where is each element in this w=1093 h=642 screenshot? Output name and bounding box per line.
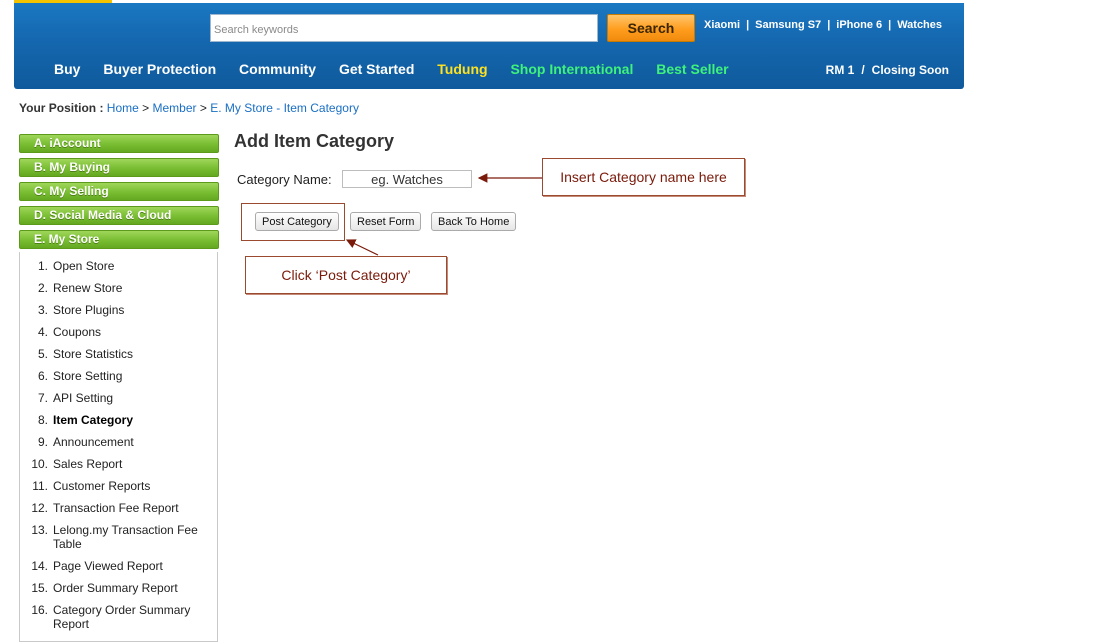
search-button[interactable]: Search [607, 14, 695, 42]
breadcrumb-separator: > [199, 101, 207, 115]
my-store-submenu-list: 1. Open Store 2. Renew Store 3. Store Plugins… [20, 252, 217, 631]
post-category-button[interactable]: Post Category [255, 212, 339, 231]
quick-link-iphone-6[interactable]: iPhone 6 [836, 19, 882, 31]
sidebar-subitem[interactable]: 13. Lelong.my Transaction Fee Table [20, 523, 217, 551]
sidebar-subitem[interactable]: 10. Sales Report [20, 457, 217, 471]
quick-link-xiaomi[interactable]: Xiaomi [704, 19, 740, 31]
nav-shop-international[interactable]: Shop International [510, 61, 633, 77]
sidebar-subitem-link[interactable]: Item Category [53, 413, 217, 427]
sidebar-tab-my-buying[interactable]: B. My Buying [19, 158, 219, 177]
site-header: Search Xiaomi | Samsung S7 | iPhone 6 | Watche… [14, 3, 964, 89]
sidebar-subitem-link[interactable]: Category Order Summary Report [53, 603, 217, 631]
sidebar-subitem-link[interactable]: Transaction Fee Report [53, 501, 217, 515]
separator: | [888, 19, 892, 31]
breadcrumb-current[interactable]: E. My Store - Item Category [210, 101, 359, 115]
page-title: Add Item Category [234, 131, 395, 151]
click-post-category-callout-text: Click ‘Post Category’ [281, 267, 411, 283]
sidebar-tab-iaccount[interactable]: A. iAccount [19, 134, 219, 153]
sidebar-subitem[interactable]: 11. Customer Reports [20, 479, 217, 493]
sidebar-subitem-link[interactable]: Store Statistics [53, 347, 217, 361]
sidebar-subitem[interactable]: 4. Coupons [20, 325, 217, 339]
sidebar-subitem-link[interactable]: Renew Store [53, 281, 217, 295]
sidebar-subitem-number: 9. [37, 435, 48, 449]
sidebar-subitem-link[interactable]: Store Setting [53, 369, 217, 383]
nav-community[interactable]: Community [239, 61, 316, 77]
nav-buy[interactable]: Buy [54, 61, 80, 77]
breadcrumb-home[interactable]: Home [107, 101, 139, 115]
reset-form-button[interactable]: Reset Form [350, 212, 422, 231]
insert-category-callout-text: Insert Category name here [560, 169, 727, 185]
quick-link-samsung-s7[interactable]: Samsung S7 [755, 19, 821, 31]
sidebar-subitem-link[interactable]: Sales Report [53, 457, 217, 471]
breadcrumb-prefix: Your Position : [19, 101, 104, 115]
sidebar-subitem[interactable]: 12. Transaction Fee Report [20, 501, 217, 515]
sidebar-subitem-link[interactable]: Customer Reports [53, 479, 217, 493]
sidebar-subitem-number: 10. [31, 457, 48, 471]
rm-closing-info: RM 1 / Closing Soon [826, 63, 949, 77]
sidebar-subitem-number: 6. [37, 369, 48, 383]
sidebar-subitem-number: 4. [37, 325, 48, 339]
sidebar-subitem-number: 15. [31, 581, 48, 595]
arrow-to-post-button [345, 239, 379, 256]
nav-best-seller[interactable]: Best Seller [656, 61, 728, 77]
sidebar-subitem-link[interactable]: Open Store [53, 259, 217, 273]
sidebar-subitem[interactable]: 2. Renew Store [20, 281, 217, 295]
sidebar-subitem-number: 13. [31, 523, 48, 537]
breadcrumb: Your Position : Home > Member > E. My St… [19, 101, 359, 115]
sidebar-subitem[interactable]: 1. Open Store [20, 259, 217, 273]
sidebar-subitem-number: 14. [31, 559, 48, 573]
sidebar-subitem-link[interactable]: Coupons [53, 325, 217, 339]
quick-links: Xiaomi | Samsung S7 | iPhone 6 | Watches [704, 19, 942, 31]
rm-1-link[interactable]: RM 1 [826, 63, 855, 77]
click-post-category-callout: Click ‘Post Category’ [245, 256, 447, 294]
sidebar-subitem-number: 1. [37, 259, 48, 273]
search-input[interactable] [210, 14, 598, 42]
sidebar-subitem-link[interactable]: Store Plugins [53, 303, 217, 317]
back-to-home-button[interactable]: Back To Home [431, 212, 517, 231]
sidebar-subitem-number: 12. [31, 501, 48, 515]
sidebar-subitem-link[interactable]: Lelong.my Transaction Fee Table [53, 523, 217, 551]
sidebar-tab-my-selling[interactable]: C. My Selling [19, 182, 219, 201]
sidebar-subitem[interactable]: 3. Store Plugins [20, 303, 217, 317]
sidebar-subitem[interactable]: 6. Store Setting [20, 369, 217, 383]
sidebar-subitem[interactable]: 14. Page Viewed Report [20, 559, 217, 573]
my-store-submenu: 1. Open Store 2. Renew Store 3. Store Plugins… [19, 252, 218, 642]
quick-link-watches[interactable]: Watches [897, 19, 942, 31]
breadcrumb-separator: > [142, 101, 150, 115]
separator: | [746, 19, 750, 31]
sidebar-subitem-number: 3. [37, 303, 48, 317]
sidebar-subitem-number: 5. [37, 347, 48, 361]
sidebar-subitem[interactable]: 15. Order Summary Report [20, 581, 217, 595]
sidebar-subitem-link[interactable]: Page Viewed Report [53, 559, 217, 573]
sidebar-subitem-link[interactable]: Order Summary Report [53, 581, 217, 595]
closing-soon-link[interactable]: Closing Soon [872, 63, 949, 77]
category-name-input[interactable] [342, 170, 472, 188]
sidebar-menu: A. iAccount B. My Buying C. My Selling D… [19, 134, 219, 254]
sidebar-subitem-number: 2. [37, 281, 48, 295]
sidebar-subitem-link[interactable]: Announcement [53, 435, 217, 449]
sidebar-tab-my-store[interactable]: E. My Store [19, 230, 219, 249]
sidebar-subitem-number: 8. [37, 413, 48, 427]
sidebar-subitem-number: 7. [37, 391, 48, 405]
sidebar-subitem[interactable]: 16. Category Order Summary Report [20, 603, 217, 631]
main-nav: Buy Buyer Protection Community Get Start… [54, 61, 748, 77]
sidebar-subitem-number: 16. [31, 603, 48, 617]
sidebar-subitem[interactable]: 7. API Setting [20, 391, 217, 405]
sidebar-subitem[interactable]: 5. Store Statistics [20, 347, 217, 361]
nav-get-started[interactable]: Get Started [339, 61, 414, 77]
sidebar-subitem[interactable]: 8. Item Category [20, 413, 217, 427]
category-name-label: Category Name: [237, 172, 332, 187]
nav-buyer-protection[interactable]: Buyer Protection [103, 61, 216, 77]
sidebar-subitem-number: 11. [32, 479, 48, 493]
sidebar-subitem-link[interactable]: API Setting [53, 391, 217, 405]
breadcrumb-member[interactable]: Member [153, 101, 197, 115]
separator: | [827, 19, 831, 31]
sidebar-subitem[interactable]: 9. Announcement [20, 435, 217, 449]
sidebar-tab-social-media-cloud[interactable]: D. Social Media & Cloud [19, 206, 219, 225]
separator: / [861, 63, 865, 77]
insert-category-callout: Insert Category name here [542, 158, 745, 196]
nav-tudung[interactable]: Tudung [437, 61, 487, 77]
